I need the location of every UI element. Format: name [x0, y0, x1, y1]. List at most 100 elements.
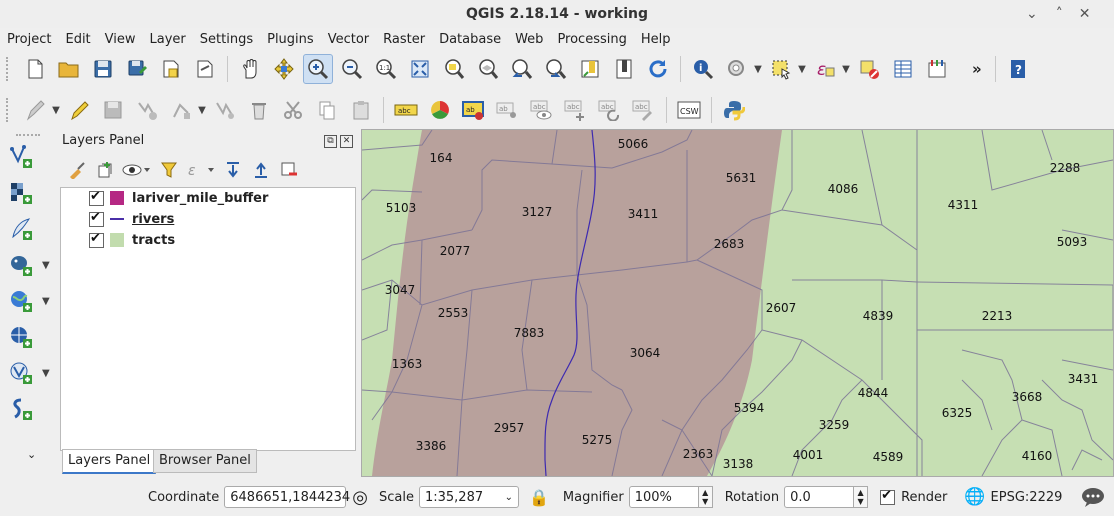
menu-web[interactable]: Web	[508, 32, 550, 47]
pan-map-icon[interactable]	[235, 54, 265, 84]
new-bookmark-icon[interactable]	[575, 54, 605, 84]
toolbar-overflow[interactable]: »	[972, 60, 982, 78]
close-button[interactable]: ✕	[1079, 6, 1091, 22]
zoom-full-icon[interactable]	[405, 54, 435, 84]
toolbar-grip[interactable]	[6, 98, 12, 122]
minimize-button[interactable]: ⌄	[1026, 6, 1038, 22]
menu-database[interactable]: Database	[432, 32, 508, 47]
map-svg[interactable]: 164 5066 5631 2288 4086 5103 3127 3411 4311 2077 2…	[362, 130, 1113, 476]
expand-all-icon[interactable]	[220, 157, 246, 183]
chevron-down-icon[interactable]: ▼	[42, 296, 50, 307]
menu-raster[interactable]: Raster	[376, 32, 432, 47]
style-manager-icon[interactable]	[64, 157, 90, 183]
delete-selected-icon[interactable]	[244, 95, 274, 125]
menu-view[interactable]: View	[98, 32, 143, 47]
menu-layer[interactable]: Layer	[143, 32, 193, 47]
new-project-icon[interactable]	[20, 54, 50, 84]
deselect-features-icon[interactable]	[854, 54, 884, 84]
zoom-to-selection-icon[interactable]	[439, 54, 469, 84]
save-as-icon[interactable]	[122, 54, 152, 84]
menu-project[interactable]: Project	[0, 32, 58, 47]
magnifier-spinner[interactable]: ▲ ▼	[698, 486, 713, 508]
rotation-spinner[interactable]: ▲ ▼	[854, 486, 869, 508]
zoom-in-icon[interactable]	[303, 54, 333, 84]
rotate-label-icon[interactable]: abc	[595, 95, 625, 125]
close-panel-icon[interactable]: ✕	[340, 135, 353, 148]
help-icon[interactable]: ?	[1003, 54, 1033, 84]
remove-layer-icon[interactable]	[276, 157, 302, 183]
attribute-table-icon[interactable]	[888, 54, 918, 84]
add-wfs-layer-icon[interactable]	[6, 358, 36, 388]
layer-visibility-checkbox[interactable]	[89, 210, 104, 227]
open-project-icon[interactable]	[54, 54, 84, 84]
float-panel-icon[interactable]: ⧉	[324, 135, 337, 148]
copy-features-icon[interactable]	[312, 95, 342, 125]
layer-item-lariver-mile-buffer[interactable]: lariver_mile_buffer	[89, 188, 268, 208]
menu-plugins[interactable]: Plugins	[260, 32, 321, 47]
chevron-down-icon[interactable]: ▼	[840, 64, 852, 75]
new-print-composer-icon[interactable]	[156, 54, 186, 84]
pan-to-selection-icon[interactable]	[269, 54, 299, 84]
tab-layers-panel[interactable]: Layers Panel	[62, 449, 157, 474]
layer-item-tracts[interactable]: tracts	[89, 230, 175, 250]
run-feature-action-icon[interactable]	[722, 54, 752, 84]
lock-scale-icon[interactable]: 🔒	[529, 488, 549, 507]
pin-labels-icon[interactable]: ab	[493, 95, 523, 125]
add-wms-layer-icon[interactable]	[6, 286, 36, 316]
toggle-extents-icon[interactable]: ◎	[352, 487, 368, 508]
scale-combobox[interactable]: 1:35,287 ⌄	[418, 486, 519, 508]
tab-browser-panel[interactable]: Browser Panel	[153, 449, 257, 473]
messages-icon[interactable]	[1081, 486, 1105, 508]
add-virtual-layer-icon[interactable]	[6, 394, 36, 424]
paste-features-icon[interactable]	[346, 95, 376, 125]
add-wcs-layer-icon[interactable]	[6, 322, 36, 352]
refresh-icon[interactable]	[643, 54, 673, 84]
add-vector-layer-icon[interactable]	[6, 142, 36, 172]
menu-help[interactable]: Help	[634, 32, 678, 47]
identify-features-icon[interactable]: i	[688, 54, 718, 84]
node-tool-icon[interactable]	[210, 95, 240, 125]
menu-processing[interactable]: Processing	[550, 32, 633, 47]
rotation-field[interactable]: 0.0	[784, 486, 855, 508]
filter-by-expression-icon[interactable]: ε	[184, 157, 218, 183]
collapse-all-icon[interactable]	[248, 157, 274, 183]
move-feature-icon[interactable]	[166, 95, 196, 125]
coordinate-field[interactable]: 6486651,1844234	[224, 486, 350, 508]
add-delimited-text-icon[interactable]	[6, 214, 36, 244]
show-hide-labels-icon[interactable]: abc	[527, 95, 557, 125]
render-checkbox[interactable]	[880, 488, 896, 505]
python-console-icon[interactable]	[719, 95, 749, 125]
manage-visibility-icon[interactable]	[120, 157, 154, 183]
cut-features-icon[interactable]	[278, 95, 308, 125]
layer-item-rivers[interactable]: rivers	[89, 209, 174, 229]
change-label-icon[interactable]: abc	[629, 95, 659, 125]
zoom-next-icon[interactable]	[541, 54, 571, 84]
chevron-down-icon[interactable]: ▼	[42, 368, 50, 379]
highlight-pinned-labels-icon[interactable]: ab	[459, 95, 489, 125]
show-bookmarks-icon[interactable]	[609, 54, 639, 84]
chevron-down-icon[interactable]: ▼	[50, 105, 62, 116]
filter-legend-icon[interactable]	[156, 157, 182, 183]
layer-labeling-icon[interactable]: abc	[391, 95, 421, 125]
save-project-icon[interactable]	[88, 54, 118, 84]
toolbar-grip[interactable]	[6, 57, 12, 81]
layer-visibility-checkbox[interactable]	[89, 231, 104, 248]
move-label-icon[interactable]: abc	[561, 95, 591, 125]
menu-settings[interactable]: Settings	[193, 32, 260, 47]
map-canvas[interactable]: 164 5066 5631 2288 4086 5103 3127 3411 4311 2077 2…	[361, 129, 1114, 477]
toggle-editing-icon[interactable]	[64, 95, 94, 125]
chevron-down-icon[interactable]: ▼	[796, 64, 808, 75]
zoom-last-icon[interactable]	[507, 54, 537, 84]
select-features-icon[interactable]	[766, 54, 796, 84]
zoom-out-icon[interactable]	[337, 54, 367, 84]
chevron-down-icon[interactable]: ▼	[42, 260, 50, 271]
chevron-down-icon[interactable]: ▼	[752, 64, 764, 75]
field-calculator-icon[interactable]	[922, 54, 952, 84]
menu-vector[interactable]: Vector	[321, 32, 376, 47]
crs-globe-icon[interactable]: 🌐	[964, 487, 985, 507]
maximize-button[interactable]: ˄	[1056, 6, 1063, 22]
add-feature-icon[interactable]	[132, 95, 162, 125]
layer-diagram-icon[interactable]	[425, 95, 455, 125]
composer-manager-icon[interactable]	[190, 54, 220, 84]
add-postgis-layer-icon[interactable]	[6, 250, 36, 280]
